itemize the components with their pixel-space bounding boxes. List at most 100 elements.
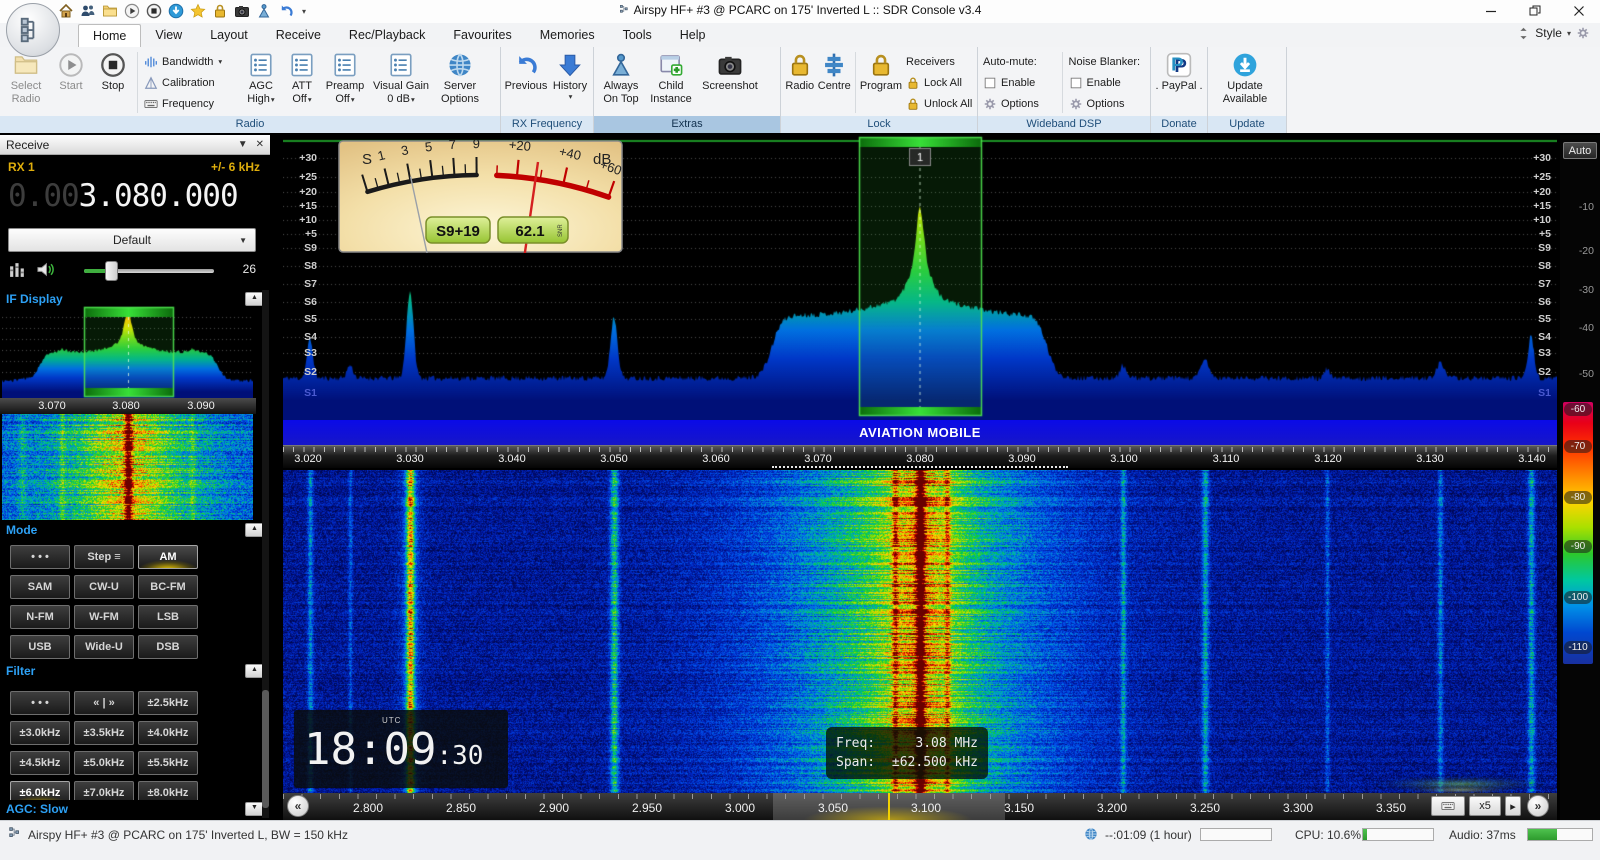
filter-button-[interactable]: « | »	[74, 691, 134, 715]
bandwidth-button[interactable]: Bandwidth ▾	[142, 52, 238, 72]
frequency-button[interactable]: Frequency	[142, 94, 238, 114]
calibration-button[interactable]: Calibration	[142, 73, 238, 93]
frequency-navigator[interactable]: 2.800 2.850 2.900 2.950 3.000 3.050 3.100 3.150…	[283, 793, 1557, 820]
noise-blanker-options-button[interactable]: Options	[1067, 94, 1147, 114]
mode-button-dsb[interactable]: DSB	[138, 635, 198, 659]
menu-tab-home[interactable]: Home	[78, 24, 142, 47]
visual-gain-button[interactable]: Visual Gain 0 dB▾	[370, 49, 432, 116]
left-panel-scrollbar[interactable]	[262, 290, 269, 818]
menu-tab-rec-playback[interactable]: Rec/Playback	[335, 24, 439, 46]
play-icon[interactable]	[124, 3, 140, 19]
style-label[interactable]: Style	[1535, 26, 1562, 40]
stop-button[interactable]: Stop	[93, 49, 133, 116]
lock-radio-button[interactable]: Radio	[784, 49, 816, 116]
mode-button-usb[interactable]: USB	[10, 635, 70, 659]
menu-tab-view[interactable]: View	[141, 24, 196, 46]
download-icon[interactable]	[168, 3, 184, 19]
always-on-top-button[interactable]: Always On Top	[597, 49, 645, 116]
child-instance-button[interactable]: Child Instance	[647, 49, 695, 116]
lock-all-button[interactable]: Lock All	[904, 73, 974, 93]
open-folder-icon[interactable]	[102, 3, 118, 19]
remote-icon[interactable]	[256, 3, 272, 19]
filter-button-4.5khz[interactable]: ±4.5kHz	[10, 751, 70, 775]
scroll-right-button[interactable]: »	[1527, 795, 1549, 817]
preamp-button[interactable]: Preamp Off▾	[322, 49, 368, 116]
select-radio-button[interactable]: Select Radio	[3, 49, 49, 116]
volume-slider-thumb[interactable]	[105, 261, 118, 281]
menu-tab-tools[interactable]: Tools	[609, 24, 666, 46]
filter-header[interactable]: Filter ▲	[0, 662, 270, 680]
zoom-button[interactable]: x5	[1469, 796, 1501, 816]
scroll-left-button[interactable]: «	[287, 795, 309, 817]
if-spectrum[interactable]	[2, 306, 253, 398]
filter-button-3.0khz[interactable]: ±3.0kHz	[10, 721, 70, 745]
history-button[interactable]: History ▾	[550, 49, 590, 116]
menu-tab-help[interactable]: Help	[666, 24, 720, 46]
filter-button-5.5khz[interactable]: ±5.5kHz	[138, 751, 198, 775]
users-icon[interactable]	[80, 3, 96, 19]
if-waterfall[interactable]	[2, 414, 253, 520]
automute-options-button[interactable]: Options	[981, 94, 1058, 114]
start-button[interactable]: Start	[51, 49, 91, 116]
previous-button[interactable]: Previous	[504, 49, 548, 116]
profile-dropdown[interactable]: Default ▼	[8, 228, 256, 252]
menu-tab-favourites[interactable]: Favourites	[439, 24, 525, 46]
mode-button-[interactable]: • • •	[10, 545, 70, 569]
panel-close-icon[interactable]: ✕	[256, 139, 264, 150]
speaker-icon[interactable]	[36, 260, 55, 284]
mode-button-sam[interactable]: SAM	[10, 575, 70, 599]
style-switch-icon[interactable]	[1517, 27, 1530, 40]
lock-program-button[interactable]: Program	[860, 49, 902, 116]
unlock-all-button[interactable]: Unlock All	[904, 94, 974, 114]
panel-collapse-icon[interactable]: ▼	[238, 139, 248, 150]
filter-button-5.0khz[interactable]: ±5.0kHz	[74, 751, 134, 775]
mode-button-cwu[interactable]: CW-U	[74, 575, 134, 599]
server-options-button[interactable]: Server Options	[434, 49, 486, 116]
menu-tab-memories[interactable]: Memories	[526, 24, 609, 46]
filter-button-[interactable]: • • •	[10, 691, 70, 715]
keyboard-entry-button[interactable]	[1431, 796, 1465, 816]
auto-range-button[interactable]: Auto	[1563, 142, 1597, 159]
close-button[interactable]	[1564, 2, 1594, 20]
automute-enable-checkbox[interactable]: Enable	[981, 73, 1058, 93]
paypal-button[interactable]: PP. PayPal .	[1154, 49, 1204, 116]
lock-icon[interactable]	[212, 3, 228, 19]
style-dropdown-caret[interactable]: ▾	[1567, 29, 1571, 38]
noise-blanker-enable-checkbox[interactable]: Enable	[1067, 73, 1147, 93]
frequency-display[interactable]: RX 1 +/- 6 kHz 0.003.080.000	[0, 156, 270, 226]
menu-tab-receive[interactable]: Receive	[262, 24, 335, 46]
favourite-icon[interactable]	[190, 3, 206, 19]
undo-icon[interactable]	[278, 3, 294, 19]
mode-header[interactable]: Mode ▲	[0, 521, 270, 539]
restore-button[interactable]	[1520, 2, 1550, 20]
waterfall-palette-bar[interactable]: -60 -70 -80 -90 -100 -110	[1563, 402, 1593, 664]
mixer-icon[interactable]	[8, 260, 27, 284]
main-frequency-axis[interactable]: 3.020 3.030 3.040 3.050 3.060 3.070 3.080 3.090…	[283, 445, 1557, 468]
menu-tab-layout[interactable]: Layout	[196, 24, 262, 46]
att-button[interactable]: ATT Off▾	[284, 49, 320, 116]
mode-button-wideu[interactable]: Wide-U	[74, 635, 134, 659]
band-plan-bar[interactable]: AVIATION MOBILE	[283, 420, 1557, 445]
mode-button-lsb[interactable]: LSB	[138, 605, 198, 629]
qat-overflow-caret[interactable]: ▾	[302, 7, 306, 16]
filter-button-2.5khz[interactable]: ±2.5kHz	[138, 691, 198, 715]
receive-panel-header[interactable]: Receive ▼ ✕	[0, 135, 270, 155]
mode-button-bcfm[interactable]: BC-FM	[138, 575, 198, 599]
mode-button-step[interactable]: Step ≡	[74, 545, 134, 569]
update-available-button[interactable]: Update Available	[1211, 49, 1279, 116]
gear-icon[interactable]	[1576, 26, 1590, 40]
agc-button[interactable]: AGC High▾	[240, 49, 282, 116]
filter-button-3.5khz[interactable]: ±3.5kHz	[74, 721, 134, 745]
mode-button-nfm[interactable]: N-FM	[10, 605, 70, 629]
filter-button-4.0khz[interactable]: ±4.0kHz	[138, 721, 198, 745]
home-icon[interactable]	[58, 3, 74, 19]
application-menu-button[interactable]	[6, 3, 60, 57]
mode-button-am[interactable]: AM	[138, 545, 198, 569]
scrollbar-thumb[interactable]	[262, 690, 269, 808]
minimize-button[interactable]	[1476, 2, 1506, 20]
screenshot-icon[interactable]	[234, 3, 250, 19]
zoom-menu-button[interactable]: ▸	[1505, 796, 1521, 816]
screenshot-button[interactable]: Screenshot	[697, 49, 763, 116]
mode-button-wfm[interactable]: W-FM	[74, 605, 134, 629]
agc-header[interactable]: AGC: Slow ▼	[0, 800, 270, 818]
